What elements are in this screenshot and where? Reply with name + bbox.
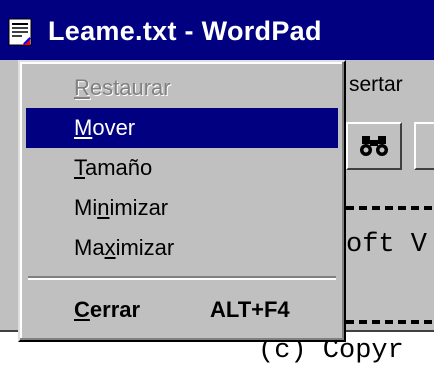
system-menu: Restaurar Mover Tamaño Minimizar Maximiz… bbox=[18, 60, 346, 342]
menu-item-tamano[interactable]: Tamaño bbox=[26, 148, 338, 188]
window-title: Leame.txt - WordPad bbox=[48, 16, 322, 46]
accelerator-key: M bbox=[74, 115, 93, 140]
menu-item-label: Mi bbox=[74, 195, 98, 220]
menu-item-label: imizar bbox=[109, 195, 169, 220]
menu-item-maximizar[interactable]: Maximizar bbox=[26, 228, 338, 268]
menu-item-mover[interactable]: Mover bbox=[26, 108, 338, 148]
accelerator-key: C bbox=[74, 297, 90, 322]
menu-item-label: errar bbox=[89, 297, 141, 322]
wordpad-document-icon[interactable] bbox=[8, 18, 32, 46]
menu-item-label: imizar bbox=[115, 235, 175, 260]
menu-shortcut: ALT+F4 bbox=[210, 297, 290, 322]
menu-item-cerrar[interactable]: Cerrar ALT+F4 bbox=[26, 290, 338, 330]
document-text-line: oft V bbox=[346, 230, 428, 260]
menu-item-restaurar[interactable]: Restaurar bbox=[26, 68, 338, 108]
menu-item-label: over bbox=[92, 115, 136, 140]
divider-line bbox=[346, 206, 434, 210]
divider-line bbox=[346, 320, 434, 324]
menu-item-label: Ma bbox=[74, 235, 105, 260]
toolbar-button[interactable] bbox=[414, 122, 434, 170]
accelerator-key: R bbox=[74, 75, 90, 100]
menu-item-minimizar[interactable]: Minimizar bbox=[26, 188, 338, 228]
title-bar[interactable]: Leame.txt - WordPad bbox=[0, 0, 434, 60]
menu-item-label: estaurar bbox=[89, 75, 171, 100]
accelerator-key: x bbox=[104, 235, 116, 260]
find-button[interactable] bbox=[346, 122, 402, 170]
binoculars-icon bbox=[358, 134, 390, 163]
accelerator-key: T bbox=[74, 155, 85, 180]
menu-item-label: amaño bbox=[85, 155, 153, 180]
accelerator-key: n bbox=[97, 195, 110, 220]
menu-insertar[interactable]: sertar bbox=[349, 73, 403, 97]
menu-separator bbox=[28, 276, 336, 280]
